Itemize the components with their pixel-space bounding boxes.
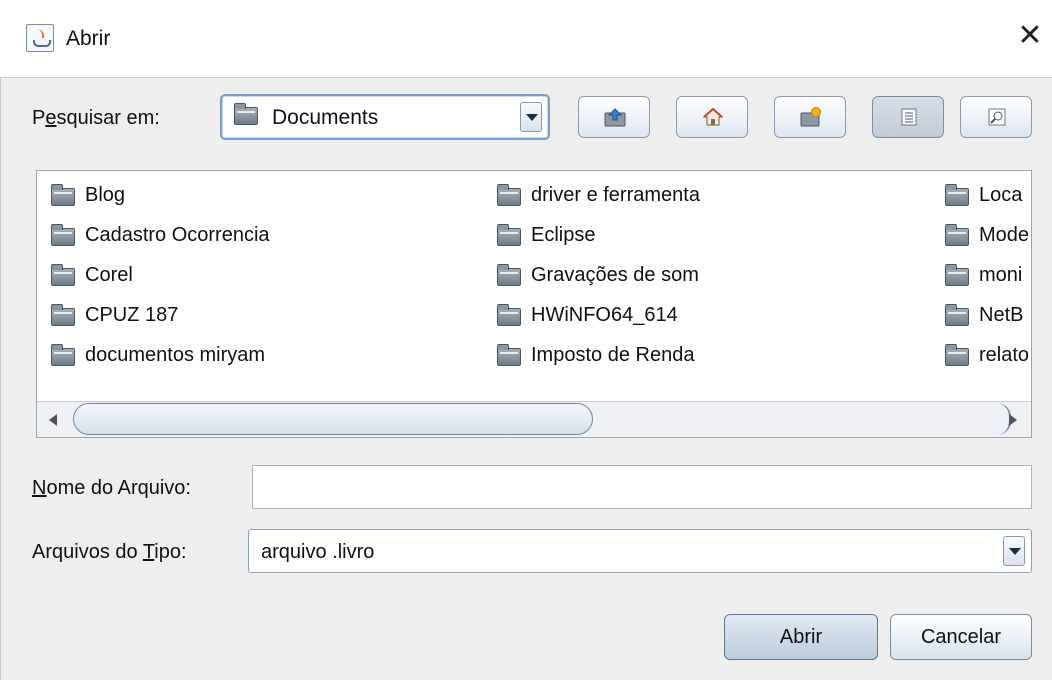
list-view-icon — [901, 108, 917, 126]
up-folder-icon — [604, 108, 626, 127]
new-folder-icon — [800, 107, 821, 127]
folder-icon — [51, 344, 75, 366]
folder-icon — [945, 344, 969, 366]
file-list[interactable]: Blog Cadastro Ocorrencia Corel CPUZ 187 … — [36, 170, 1032, 438]
home-icon — [702, 107, 724, 126]
folder-icon — [51, 264, 75, 286]
folder-icon — [497, 264, 521, 286]
home-button[interactable] — [676, 96, 748, 138]
scroll-right-icon[interactable] — [999, 408, 1025, 432]
list-view-button[interactable] — [872, 96, 944, 138]
chevron-down-icon[interactable] — [520, 102, 542, 132]
file-list-area: Blog Cadastro Ocorrencia Corel CPUZ 187 … — [37, 171, 1031, 401]
up-folder-button[interactable] — [578, 96, 650, 138]
folder-icon — [945, 224, 969, 246]
close-icon[interactable]: ✕ — [1016, 21, 1044, 51]
folder-icon — [51, 224, 75, 246]
horizontal-scrollbar[interactable] — [37, 401, 1031, 437]
open-button[interactable]: Abrir — [724, 614, 878, 660]
folder-icon — [497, 184, 521, 206]
filename-input[interactable] — [252, 465, 1032, 509]
scrollbar-thumb[interactable] — [73, 403, 593, 435]
folder-icon — [945, 184, 969, 206]
cancel-button[interactable]: Cancelar — [890, 614, 1032, 660]
java-app-icon — [26, 24, 54, 52]
filetype-label: Arquivos do Tipo: — [32, 541, 187, 563]
filetype-combo[interactable]: arquivo .livro — [248, 529, 1032, 573]
look-in-label: Pesquisar em: — [32, 107, 160, 129]
folder-icon — [497, 224, 521, 246]
look-in-combo[interactable]: Documents — [220, 94, 550, 140]
folder-icon — [497, 304, 521, 326]
folder-icon — [234, 103, 258, 125]
details-view-button[interactable] — [960, 96, 1032, 138]
title-bar: Abrir ✕ — [0, 0, 1052, 78]
folder-icon — [51, 184, 75, 206]
filetype-value: arquivo .livro — [261, 541, 375, 563]
scroll-left-icon[interactable] — [41, 408, 67, 432]
folder-icon — [945, 304, 969, 326]
look-in-value: Documents — [272, 106, 379, 129]
folder-icon — [945, 264, 969, 286]
folder-icon — [51, 304, 75, 326]
filename-label: Nome do Arquivo: — [32, 477, 191, 499]
folder-icon — [497, 344, 521, 366]
new-folder-button[interactable] — [774, 96, 846, 138]
window-title: Abrir — [66, 27, 111, 50]
window-left-edge — [0, 78, 10, 680]
details-view-icon — [988, 108, 1006, 126]
chevron-down-icon[interactable] — [1003, 536, 1025, 566]
